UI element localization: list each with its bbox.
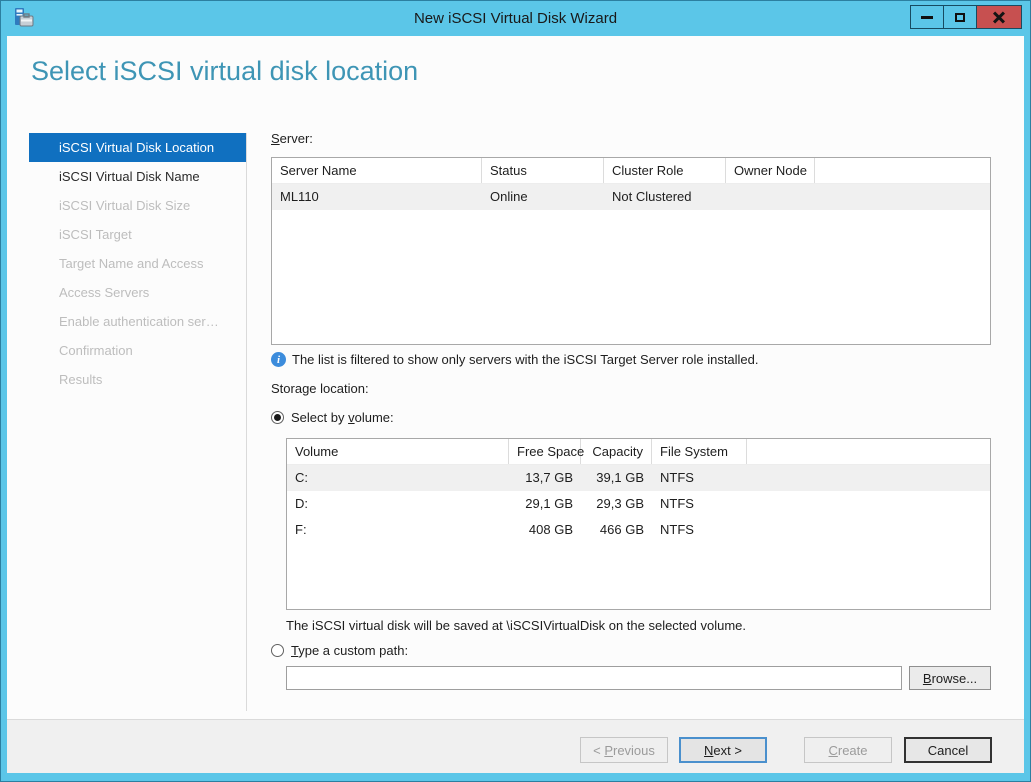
- filter-note: i The list is filtered to show only serv…: [271, 352, 759, 367]
- volume-row-f[interactable]: F: 408 GB 466 GB NTFS: [287, 517, 990, 543]
- column-header-cluster-role[interactable]: Cluster Role: [604, 158, 726, 183]
- cell-file-system: NTFS: [652, 465, 747, 491]
- cell-file-system: NTFS: [652, 517, 747, 543]
- volume-table-header: Volume Free Space Capacity File System: [287, 439, 990, 465]
- radio-unselected-icon: [271, 644, 284, 657]
- footer: < Previous Next > Create Cancel: [7, 719, 1024, 773]
- server-label: Server:: [271, 131, 313, 146]
- browse-button[interactable]: Browse...: [909, 666, 991, 690]
- sidebar-divider: [246, 133, 247, 711]
- cell-free-space: 408 GB: [509, 517, 581, 543]
- cell-file-system: NTFS: [652, 491, 747, 517]
- step-iscsi-target: iSCSI Target: [29, 220, 246, 249]
- cell-volume: C:: [287, 465, 509, 491]
- storage-location-label: Storage location:: [271, 381, 369, 396]
- window-title: New iSCSI Virtual Disk Wizard: [1, 1, 1030, 36]
- cell-capacity: 39,1 GB: [581, 465, 652, 491]
- step-iscsi-virtual-disk-size: iSCSI Virtual Disk Size: [29, 191, 246, 220]
- cell-status: Online: [482, 184, 604, 210]
- window-controls: [911, 5, 1022, 29]
- cancel-button[interactable]: Cancel: [904, 737, 992, 763]
- cell-capacity: 29,3 GB: [581, 491, 652, 517]
- cell-owner-node: [726, 184, 815, 210]
- volume-table: Volume Free Space Capacity File System C…: [286, 438, 991, 610]
- minimize-button[interactable]: [910, 5, 944, 29]
- server-row[interactable]: ML110 Online Not Clustered: [272, 184, 990, 210]
- select-by-volume-radio[interactable]: Select by volume:: [271, 410, 394, 425]
- info-icon: i: [271, 352, 286, 367]
- create-button: Create: [804, 737, 892, 763]
- titlebar: New iSCSI Virtual Disk Wizard: [1, 1, 1030, 36]
- wizard-steps: iSCSI Virtual Disk Location iSCSI Virtua…: [29, 133, 246, 394]
- custom-path-input[interactable]: [286, 666, 902, 690]
- minimize-icon: [921, 16, 933, 19]
- step-iscsi-virtual-disk-location[interactable]: iSCSI Virtual Disk Location: [29, 133, 246, 162]
- step-results: Results: [29, 365, 246, 394]
- column-header-blank: [815, 158, 990, 183]
- cell-volume: D:: [287, 491, 509, 517]
- column-header-free-space[interactable]: Free Space: [509, 439, 581, 464]
- column-header-volume[interactable]: Volume: [287, 439, 509, 464]
- cell-free-space: 29,1 GB: [509, 491, 581, 517]
- column-header-capacity[interactable]: Capacity: [581, 439, 652, 464]
- step-confirmation: Confirmation: [29, 336, 246, 365]
- radio-selected-icon: [271, 411, 284, 424]
- type-custom-path-label: Type a custom path:: [291, 643, 408, 658]
- close-icon: [992, 10, 1006, 24]
- page-title: Select iSCSI virtual disk location: [31, 56, 418, 87]
- cell-cluster-role: Not Clustered: [604, 184, 726, 210]
- server-table-header: Server Name Status Cluster Role Owner No…: [272, 158, 990, 184]
- step-target-name-and-access: Target Name and Access: [29, 249, 246, 278]
- volume-row-d[interactable]: D: 29,1 GB 29,3 GB NTFS: [287, 491, 990, 517]
- volume-row-c[interactable]: C: 13,7 GB 39,1 GB NTFS: [287, 465, 990, 491]
- server-table: Server Name Status Cluster Role Owner No…: [271, 157, 991, 345]
- close-button[interactable]: [976, 5, 1022, 29]
- column-header-status[interactable]: Status: [482, 158, 604, 183]
- maximize-icon: [955, 13, 965, 22]
- column-header-owner-node[interactable]: Owner Node: [726, 158, 815, 183]
- cell-capacity: 466 GB: [581, 517, 652, 543]
- step-access-servers: Access Servers: [29, 278, 246, 307]
- wizard-window: New iSCSI Virtual Disk Wizard Select iSC…: [0, 0, 1031, 782]
- step-iscsi-virtual-disk-name[interactable]: iSCSI Virtual Disk Name: [29, 162, 246, 191]
- column-header-file-system[interactable]: File System: [652, 439, 747, 464]
- cell-server-name: ML110: [272, 184, 482, 210]
- select-by-volume-label: Select by volume:: [291, 410, 394, 425]
- cell-volume: F:: [287, 517, 509, 543]
- cell-free-space: 13,7 GB: [509, 465, 581, 491]
- wizard-body: Select iSCSI virtual disk location iSCSI…: [7, 36, 1024, 719]
- step-enable-authentication: Enable authentication ser…: [29, 307, 246, 336]
- previous-button: < Previous: [580, 737, 668, 763]
- next-button[interactable]: Next >: [679, 737, 767, 763]
- column-header-blank: [747, 439, 990, 464]
- maximize-button[interactable]: [943, 5, 977, 29]
- saved-location-note: The iSCSI virtual disk will be saved at …: [286, 618, 746, 633]
- filter-note-text: The list is filtered to show only server…: [292, 352, 759, 367]
- type-custom-path-radio[interactable]: Type a custom path:: [271, 643, 408, 658]
- column-header-server-name[interactable]: Server Name: [272, 158, 482, 183]
